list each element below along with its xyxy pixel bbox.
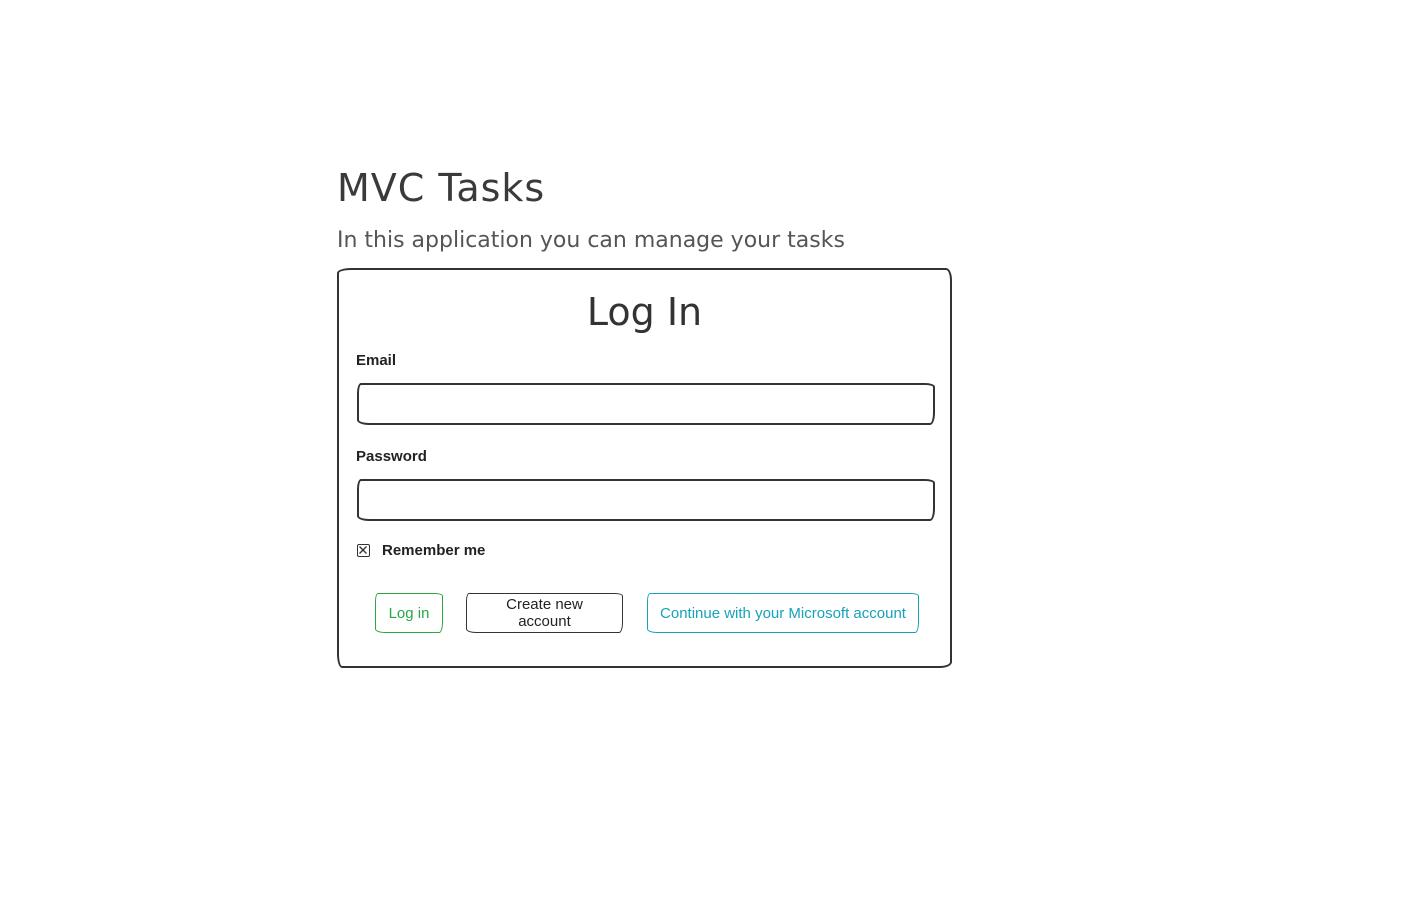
login-card: Log In Email Password Remember me Log in… (337, 268, 952, 668)
email-label: Email (356, 352, 397, 369)
login-heading: Log In (586, 290, 703, 334)
password-field[interactable] (357, 479, 935, 521)
app-subtitle: In this application you can manage your … (337, 228, 845, 253)
login-page: MVC Tasks In this application you can ma… (0, 0, 1406, 897)
app-title: MVC Tasks (337, 166, 546, 210)
email-field[interactable] (357, 383, 935, 425)
x-mark-icon (359, 546, 367, 554)
login-button[interactable]: Log in (375, 593, 443, 633)
password-label: Password (356, 448, 427, 465)
microsoft-login-button[interactable]: Continue with your Microsoft account (647, 593, 919, 633)
remember-me-row: Remember me (357, 542, 485, 559)
remember-me-checkbox[interactable] (357, 544, 370, 557)
create-account-button[interactable]: Create new account (466, 593, 623, 633)
remember-me-label: Remember me (382, 542, 486, 559)
